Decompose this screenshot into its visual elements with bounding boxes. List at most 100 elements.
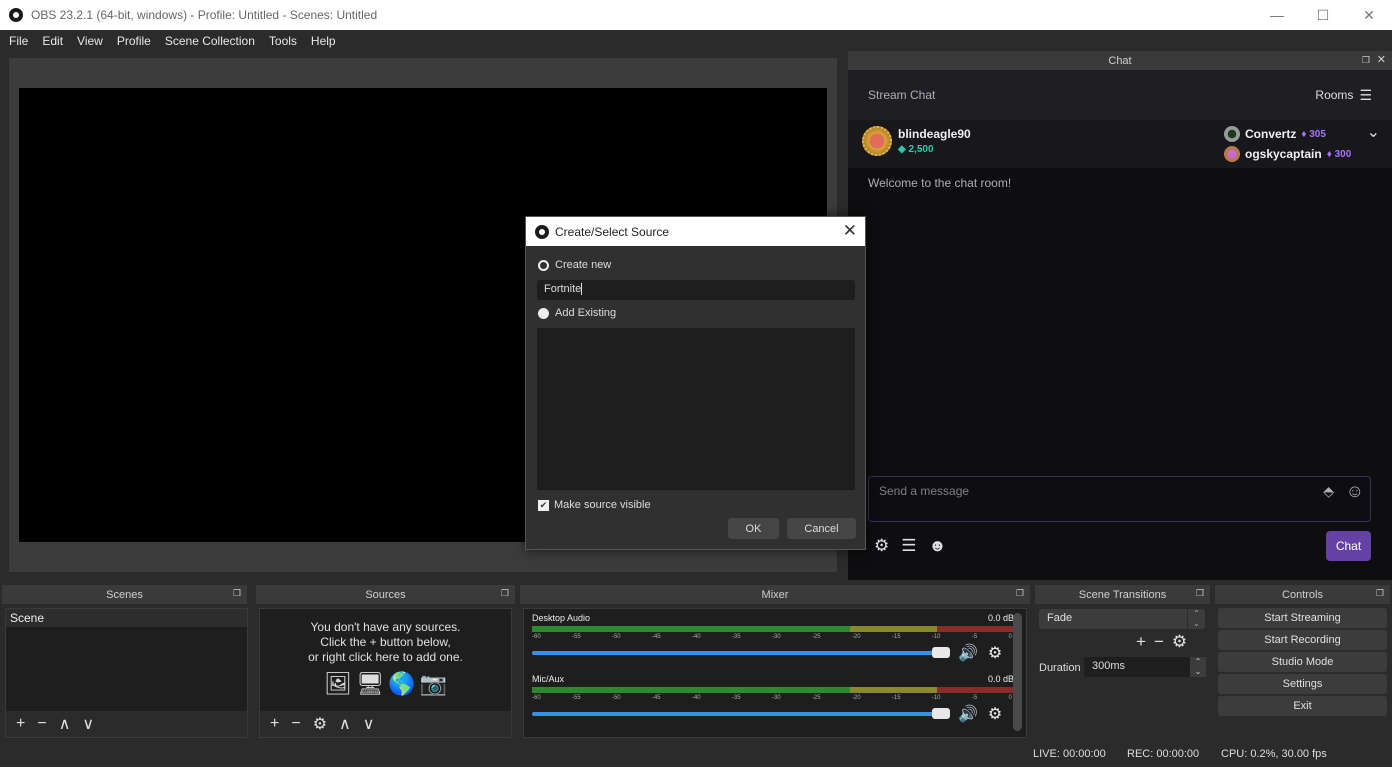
- emote-picker-icon[interactable]: ☺: [1346, 481, 1364, 502]
- radio-icon: [538, 259, 549, 271]
- float-icon[interactable]: ❐: [1376, 588, 1384, 599]
- transitions-header: Scene Transitions ❐: [1035, 585, 1210, 604]
- volume-slider-thumb[interactable]: [932, 647, 950, 658]
- monitor-icon: 🖥: [356, 671, 385, 696]
- meter-tick-label: -35: [731, 695, 741, 701]
- menu-profile[interactable]: Profile: [110, 34, 158, 48]
- move-up-icon[interactable]: ∧: [59, 714, 71, 734]
- duration-spinner-icon[interactable]: ⌃ ⌄: [1190, 657, 1206, 677]
- leaderboard-top-entry[interactable]: blindeagle90 ◆ 2,500: [862, 126, 971, 156]
- remove-source-icon[interactable]: −: [291, 715, 300, 733]
- sources-title: Sources: [365, 588, 406, 601]
- duration-input[interactable]: 300ms ⌃ ⌄: [1084, 657, 1206, 677]
- float-icon[interactable]: ❐: [501, 588, 509, 599]
- minimize-button[interactable]: —: [1254, 0, 1300, 30]
- volume-meter: [532, 687, 1014, 693]
- meter-tick-label: -10: [931, 634, 941, 640]
- leaderboard-points: ♦ 305: [1301, 128, 1326, 140]
- add-existing-radio[interactable]: Add Existing: [538, 307, 616, 319]
- rooms-button[interactable]: Rooms ☰: [1315, 87, 1372, 104]
- maximize-button[interactable]: ☐: [1300, 0, 1346, 30]
- menu-view[interactable]: View: [70, 34, 110, 48]
- speaker-icon[interactable]: 🔊: [958, 704, 978, 724]
- move-down-icon[interactable]: ∨: [363, 714, 375, 734]
- meter-tick-label: -5: [971, 695, 978, 701]
- menu-scene-collection[interactable]: Scene Collection: [158, 34, 262, 48]
- menu-file[interactable]: File: [2, 34, 35, 48]
- transition-tools: + − ⚙: [1136, 632, 1187, 652]
- float-icon[interactable]: ❐: [1362, 55, 1370, 66]
- dialog-close-icon[interactable]: ✕: [843, 221, 857, 241]
- start-recording-button[interactable]: Start Recording: [1218, 630, 1387, 650]
- volume-slider-thumb[interactable]: [932, 708, 950, 719]
- add-source-icon[interactable]: +: [270, 715, 279, 733]
- transition-select[interactable]: Fade ⌃ ⌄: [1039, 609, 1205, 629]
- bits-icon[interactable]: ⬘: [1323, 483, 1334, 500]
- no-sources-line: Click the + button below,: [320, 635, 451, 649]
- chat-dock-title-text: Chat: [1108, 54, 1132, 67]
- camera-icon: 📷: [419, 671, 447, 696]
- studio-mode-button[interactable]: Studio Mode: [1218, 652, 1387, 672]
- controls-header: Controls ❐: [1215, 585, 1390, 604]
- float-icon[interactable]: ❐: [1016, 588, 1024, 599]
- exit-button[interactable]: Exit: [1218, 696, 1387, 716]
- meter-tick-label: -35: [731, 634, 741, 640]
- create-new-radio[interactable]: Create new: [538, 259, 611, 271]
- list-icon[interactable]: ☰: [901, 536, 916, 556]
- chat-input-placeholder: Send a message: [879, 484, 970, 498]
- source-name-input[interactable]: Fortnite: [537, 280, 855, 300]
- remove-transition-icon[interactable]: −: [1154, 632, 1164, 652]
- scenes-title: Scenes: [106, 588, 143, 601]
- mixer-scrollbar[interactable]: [1013, 613, 1022, 731]
- meter-tick-label: -55: [571, 634, 581, 640]
- gear-icon[interactable]: ⚙: [988, 704, 1002, 724]
- float-icon[interactable]: ❐: [233, 588, 241, 599]
- close-icon[interactable]: ✕: [1377, 53, 1386, 66]
- start-streaming-button[interactable]: Start Streaming: [1218, 608, 1387, 628]
- create-select-source-dialog: Create/Select Source ✕ Create new Fortni…: [525, 216, 866, 550]
- cancel-button[interactable]: Cancel: [787, 518, 856, 539]
- volume-slider[interactable]: [532, 647, 950, 658]
- emoji-icon[interactable]: ☻: [929, 536, 947, 556]
- duration-value: 300ms: [1092, 660, 1126, 672]
- move-up-icon[interactable]: ∧: [339, 714, 351, 734]
- scenes-toolbar: + − ∧ ∨: [6, 711, 247, 737]
- scenes-panel: Scene + − ∧ ∨: [5, 608, 248, 738]
- add-transition-icon[interactable]: +: [1136, 632, 1146, 652]
- gear-icon[interactable]: ⚙: [313, 714, 327, 734]
- menu-edit[interactable]: Edit: [35, 34, 70, 48]
- leaderboard-entry[interactable]: ogskycaptain ♦ 300: [1224, 144, 1351, 164]
- leaderboard-top-bits: 2,500: [908, 144, 934, 155]
- gear-icon[interactable]: ⚙: [874, 536, 889, 556]
- gear-icon[interactable]: ⚙: [1172, 632, 1187, 652]
- leaderboard-entry[interactable]: Convertz ♦ 305: [1224, 124, 1351, 144]
- menu-tools[interactable]: Tools: [262, 34, 304, 48]
- scene-list-item[interactable]: Scene: [6, 609, 247, 627]
- chevron-down-icon[interactable]: ⌄: [1367, 122, 1380, 142]
- mixer-track: Desktop Audio 0.0 dB -60 -55 -50 -45 -40 -35 -3…: [532, 613, 1014, 663]
- no-sources-line: or right click here to add one.: [308, 650, 463, 664]
- ok-button[interactable]: OK: [728, 518, 779, 539]
- transition-selected: Fade: [1047, 612, 1073, 624]
- chat-send-button[interactable]: Chat: [1326, 531, 1371, 561]
- chat-message-input[interactable]: Send a message ⬘ ☺: [868, 476, 1371, 522]
- sources-panel[interactable]: You don't have any sources. Click the + …: [259, 608, 512, 738]
- mixer-title: Mixer: [761, 588, 789, 601]
- menu-help[interactable]: Help: [304, 34, 343, 48]
- live-status: LIVE: 00:00:00: [1033, 748, 1106, 760]
- meter-tick-label: -25: [811, 634, 821, 640]
- volume-slider[interactable]: [532, 708, 950, 719]
- meter-tick-label: -45: [651, 634, 661, 640]
- existing-sources-list[interactable]: [537, 328, 855, 490]
- speaker-icon[interactable]: 🔊: [958, 643, 978, 663]
- move-down-icon[interactable]: ∨: [82, 714, 94, 734]
- gear-icon[interactable]: ⚙: [988, 643, 1002, 663]
- meter-tick-label: -25: [811, 695, 821, 701]
- float-icon[interactable]: ❐: [1196, 588, 1204, 599]
- source-name-value: Fortnite: [544, 283, 582, 295]
- make-visible-checkbox[interactable]: ✔ Make source visible: [538, 499, 651, 511]
- settings-button[interactable]: Settings: [1218, 674, 1387, 694]
- add-scene-icon[interactable]: +: [16, 715, 25, 733]
- close-button[interactable]: ✕: [1346, 0, 1392, 30]
- remove-scene-icon[interactable]: −: [37, 715, 46, 733]
